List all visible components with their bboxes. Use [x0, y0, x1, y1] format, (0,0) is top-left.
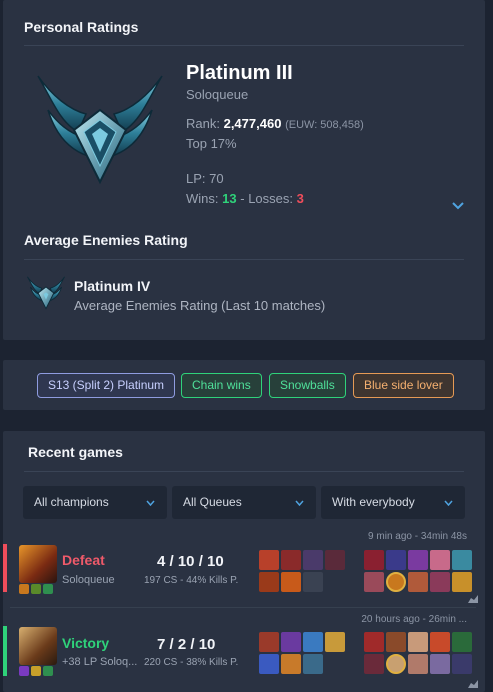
personal-ratings-title: Personal Ratings — [24, 19, 139, 35]
teammate-filter-select[interactable]: With everybody — [321, 486, 465, 519]
rune-icon — [19, 584, 29, 594]
victory-indicator-bar — [3, 626, 7, 676]
item-icon — [303, 550, 323, 570]
chevron-down-icon — [295, 500, 304, 506]
ally-champion-icon — [430, 550, 450, 570]
enemy-champion-icon — [452, 572, 472, 592]
game-kda: 7 / 2 / 10 — [157, 636, 216, 653]
defeat-indicator-bar — [3, 544, 7, 592]
ally-champion-icon — [408, 550, 428, 570]
item-icon — [281, 632, 301, 652]
game-result: Victory — [62, 635, 110, 651]
enemy-champion-icon — [408, 654, 428, 674]
item-icon — [259, 572, 279, 592]
item-icon — [281, 572, 301, 592]
ally-champion-icon — [452, 632, 472, 652]
win-loss: Wins: 13 - Losses: 3 — [186, 191, 304, 206]
enemy-champion-icon — [364, 572, 384, 592]
player-champion-icon — [386, 654, 406, 674]
enemy-champion-icon — [408, 572, 428, 592]
item-icon — [259, 654, 279, 674]
enemy-champion-icon — [452, 654, 472, 674]
enemy-champion-icon — [430, 654, 450, 674]
losses-count: 3 — [296, 191, 304, 206]
ally-champion-icon — [452, 550, 472, 570]
item-icon — [303, 632, 323, 652]
platinum-emblem-small-icon — [27, 276, 65, 310]
enemies-divider — [24, 259, 464, 260]
tag-season-rank: S13 (Split 2) Platinum — [37, 373, 176, 398]
rune-icon — [19, 666, 29, 676]
item-icon — [281, 550, 301, 570]
chevron-down-icon — [146, 500, 155, 506]
champion-filter-select[interactable]: All champions — [23, 486, 167, 519]
champion-portrait-icon — [19, 627, 57, 665]
player-champion-icon — [386, 572, 406, 592]
chevron-down-icon — [444, 500, 453, 506]
summoner-spell-icon — [43, 584, 53, 594]
tag-snowballs: Snowballs — [269, 373, 346, 398]
item-icon — [281, 654, 301, 674]
rank-label: Rank: — [186, 116, 220, 131]
ally-champion-icon — [364, 632, 384, 652]
rank-value: 2,477,460 — [223, 116, 282, 131]
game-kda: 4 / 10 / 10 — [157, 553, 224, 570]
summoner-spell-icon — [43, 666, 53, 676]
empty-item-slot — [303, 572, 323, 592]
tag-chain-wins: Chain wins — [181, 373, 262, 398]
champion-filter-label: All champions — [34, 495, 109, 509]
enemy-champion-icon — [364, 654, 384, 674]
losses-label: Losses: — [248, 191, 293, 206]
game-result: Defeat — [62, 552, 105, 568]
queue-filter-select[interactable]: All Queues — [172, 486, 316, 519]
ally-champion-icon — [386, 550, 406, 570]
game-cs: 220 CS - 38% Kills P. — [144, 657, 239, 668]
league-points: LP: 70 — [186, 171, 224, 186]
average-enemies-title: Average Enemies Rating — [24, 232, 188, 248]
ratings-divider — [24, 45, 464, 46]
chevron-down-icon[interactable] — [451, 200, 465, 210]
tag-blue-side-lover: Blue side lover — [353, 373, 454, 398]
ally-champion-icon — [386, 632, 406, 652]
item-icon — [259, 632, 279, 652]
enemy-champion-icon — [430, 572, 450, 592]
rank-region: (EUW: 508,458) — [285, 119, 364, 131]
ally-champion-icon — [430, 632, 450, 652]
champion-portrait-icon — [19, 545, 57, 583]
rank-queue: Soloqueue — [186, 87, 249, 102]
item-icon — [303, 654, 323, 674]
teammate-filter-label: With everybody — [332, 495, 415, 509]
game-row-defeat[interactable]: 9 min ago - 34min 48s Defeat Soloqueue 4… — [3, 526, 485, 606]
rank-position: Rank: 2,477,460 (EUW: 508,458) — [186, 116, 364, 131]
wins-label: Wins: — [186, 191, 219, 206]
game-row-victory[interactable]: 20 hours ago - 26min ... Victory +38 LP … — [3, 608, 485, 692]
game-meta: 20 hours ago - 26min ... — [361, 614, 467, 625]
rank-tier: Platinum III — [186, 62, 293, 84]
platinum-emblem-icon — [37, 75, 163, 185]
item-icon — [325, 550, 345, 570]
ally-champion-icon — [408, 632, 428, 652]
item-icon — [259, 550, 279, 570]
graph-icon[interactable] — [468, 680, 478, 688]
recent-games-title: Recent games — [28, 444, 123, 460]
wins-count: 13 — [222, 191, 237, 206]
game-queue: +38 LP Soloq... — [62, 656, 138, 668]
summoner-spell-icon — [31, 666, 41, 676]
top-percent: Top 17% — [186, 136, 237, 151]
game-meta: 9 min ago - 34min 48s — [368, 531, 467, 542]
ally-champion-icon — [364, 550, 384, 570]
summoner-spell-icon — [31, 584, 41, 594]
game-queue: Soloqueue — [62, 574, 115, 586]
graph-icon[interactable] — [468, 595, 478, 603]
enemies-tier: Platinum IV — [74, 278, 151, 294]
enemies-description: Average Enemies Rating (Last 10 matches) — [74, 298, 326, 313]
recent-divider — [24, 471, 464, 472]
item-icon — [325, 632, 345, 652]
wl-separator: - — [240, 191, 245, 206]
queue-filter-label: All Queues — [183, 495, 242, 509]
game-cs: 197 CS - 44% Kills P. — [144, 575, 239, 586]
